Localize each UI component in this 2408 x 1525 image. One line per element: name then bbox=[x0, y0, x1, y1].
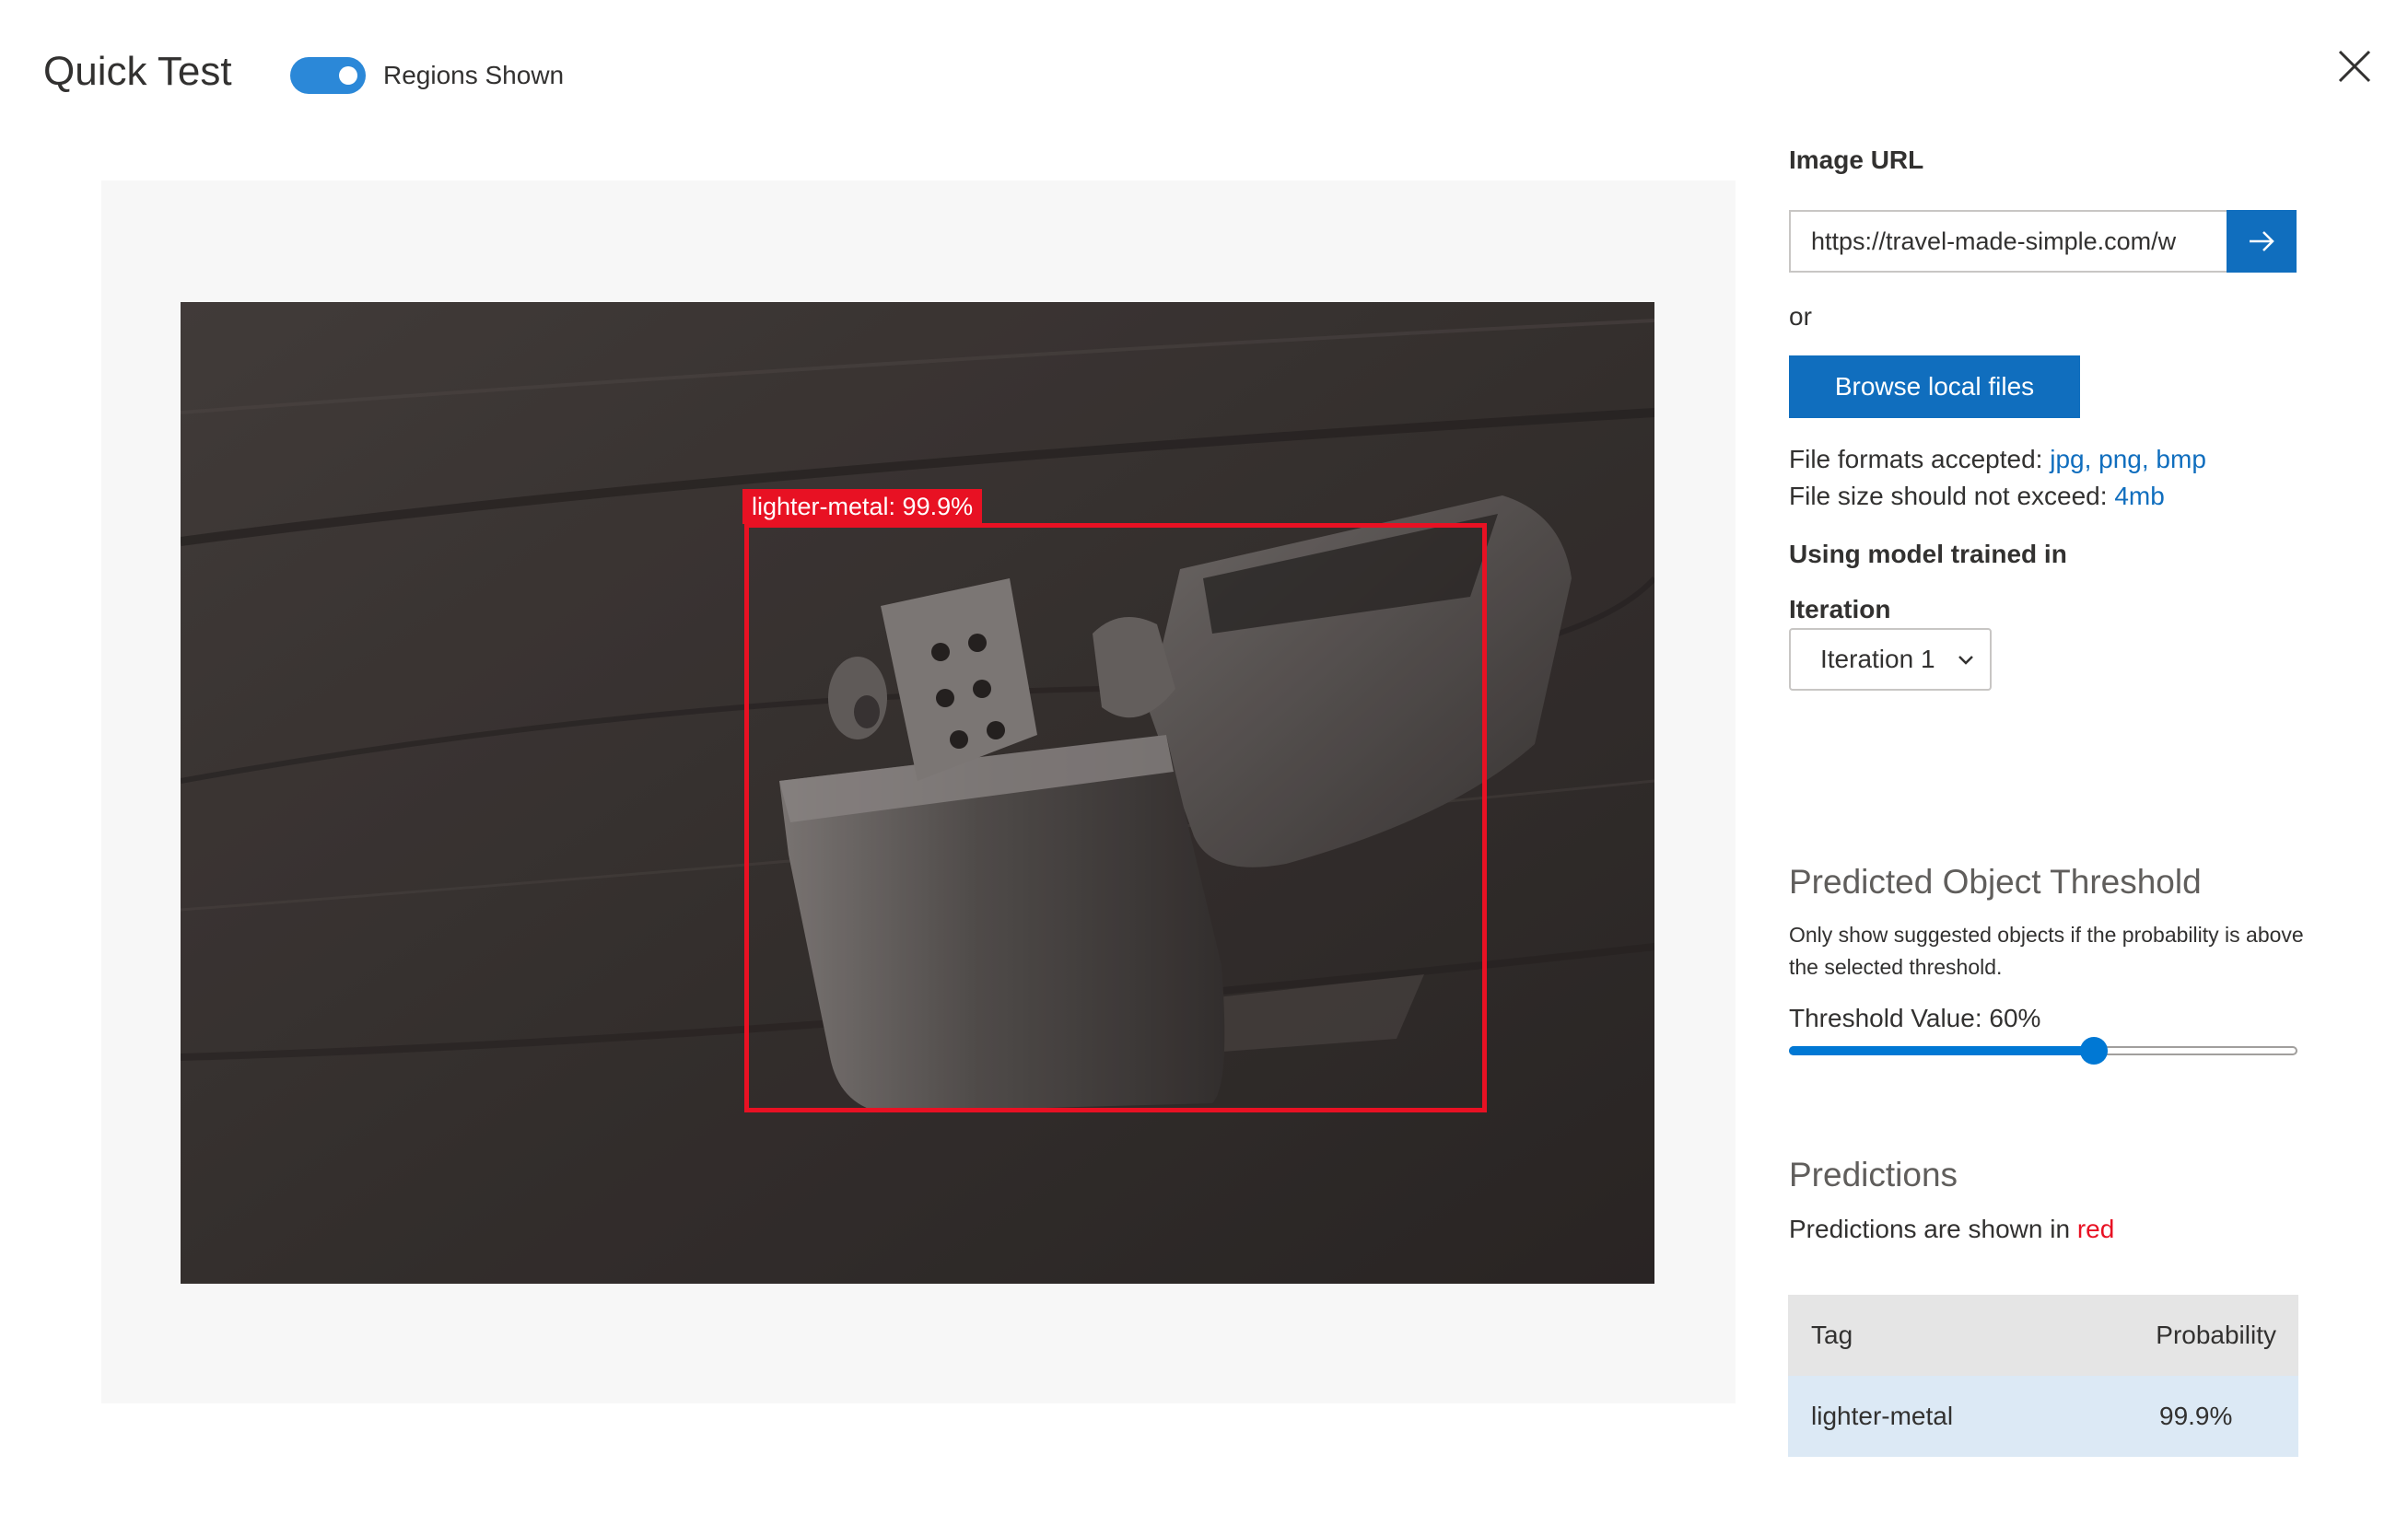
slider-fill bbox=[1789, 1046, 2095, 1055]
chevron-down-icon bbox=[1958, 656, 1973, 665]
predictions-table: Tag Probability lighter-metal 99.9% bbox=[1788, 1295, 2298, 1457]
iteration-dropdown[interactable]: Iteration 1 bbox=[1789, 628, 1992, 691]
arrow-right-icon bbox=[2250, 231, 2274, 251]
or-separator: or bbox=[1789, 302, 1812, 331]
predictions-note-prefix: Predictions are shown in bbox=[1789, 1215, 2077, 1243]
row-tag: lighter-metal bbox=[1811, 1402, 1954, 1430]
image-url-input[interactable] bbox=[1789, 210, 2227, 273]
column-header-probability: Probability bbox=[2156, 1321, 2276, 1349]
table-header: Tag Probability bbox=[1788, 1295, 2298, 1376]
predictions-note-color-word: red bbox=[2076, 1215, 2115, 1243]
file-size-link[interactable]: 4mb bbox=[2114, 482, 2164, 510]
table-row[interactable]: lighter-metal 99.9% bbox=[1788, 1376, 2298, 1457]
iteration-selected-value: Iteration 1 bbox=[1820, 645, 1935, 673]
prediction-box-label: lighter-metal: 99.9% bbox=[742, 489, 983, 524]
file-size-prefix: File size should not exceed: bbox=[1789, 482, 2115, 510]
model-label: Using model trained in bbox=[1789, 540, 2067, 568]
regions-shown-toggle[interactable] bbox=[290, 57, 366, 94]
prediction-bounding-box bbox=[744, 523, 1487, 1112]
column-header-tag: Tag bbox=[1811, 1321, 1853, 1349]
threshold-description: Only show suggested objects if the proba… bbox=[1789, 923, 2304, 979]
slider-thumb[interactable] bbox=[2080, 1037, 2109, 1065]
iteration-label: Iteration bbox=[1789, 595, 1891, 623]
row-probability: 99.9% bbox=[2159, 1402, 2233, 1430]
regions-shown-label: Regions Shown bbox=[383, 61, 565, 89]
file-formats-info: File formats accepted: jpg, png, bmp bbox=[1789, 442, 2206, 477]
page-title: Quick Test bbox=[43, 49, 232, 94]
predictions-note: Predictions are shown in red bbox=[1789, 1212, 2114, 1247]
predictions-title: Predictions bbox=[1789, 1156, 1958, 1193]
threshold-title: Predicted Object Threshold bbox=[1789, 863, 2202, 901]
image-url-label: Image URL bbox=[1789, 146, 1924, 174]
file-size-info: File size should not exceed: 4mb bbox=[1789, 479, 2165, 514]
submit-url-button[interactable] bbox=[2227, 210, 2297, 273]
file-formats-link[interactable]: jpg, png, bmp bbox=[2050, 445, 2206, 473]
browse-local-files-button[interactable]: Browse local files bbox=[1789, 355, 2080, 418]
close-icon[interactable] bbox=[2334, 46, 2375, 87]
threshold-value-text: Threshold Value: 60% bbox=[1789, 1004, 2041, 1032]
file-formats-prefix: File formats accepted: bbox=[1789, 445, 2051, 473]
threshold-slider[interactable] bbox=[1789, 1037, 2297, 1065]
toggle-knob bbox=[339, 66, 357, 85]
